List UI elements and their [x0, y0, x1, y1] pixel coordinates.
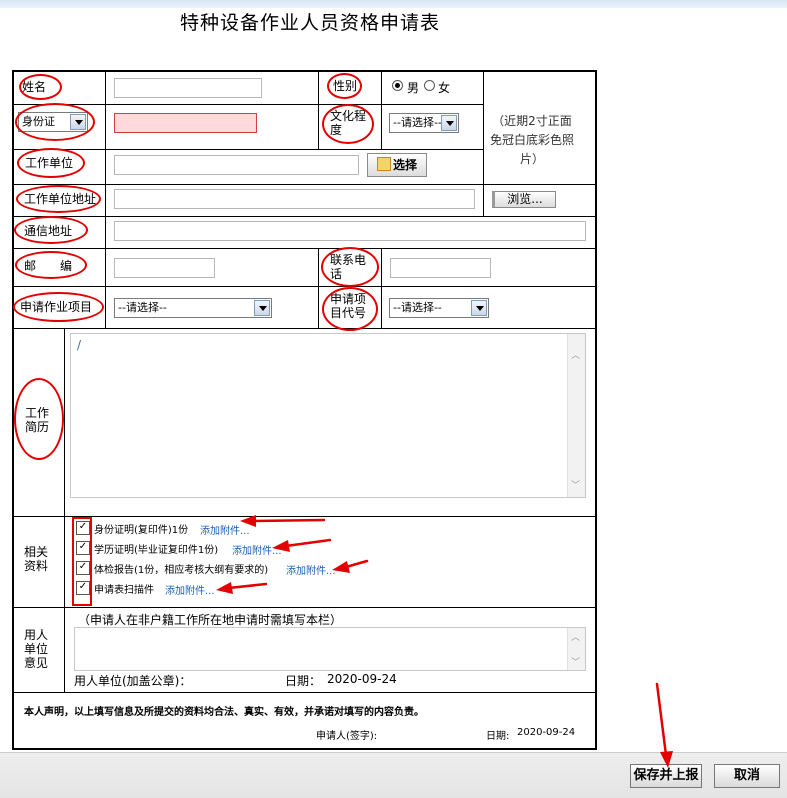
- arrow-line: [655, 682, 668, 757]
- arrow-head: [240, 515, 256, 527]
- arrow-line: [344, 559, 369, 569]
- arrow-head: [332, 561, 350, 573]
- arrow-line: [227, 582, 268, 590]
- arrow-head: [216, 582, 233, 594]
- arrow-head: [272, 540, 290, 552]
- arrow-line: [284, 538, 332, 548]
- arrow-line: [250, 518, 326, 523]
- annotation-arrows: [216, 515, 673, 768]
- arrow-head: [660, 751, 673, 768]
